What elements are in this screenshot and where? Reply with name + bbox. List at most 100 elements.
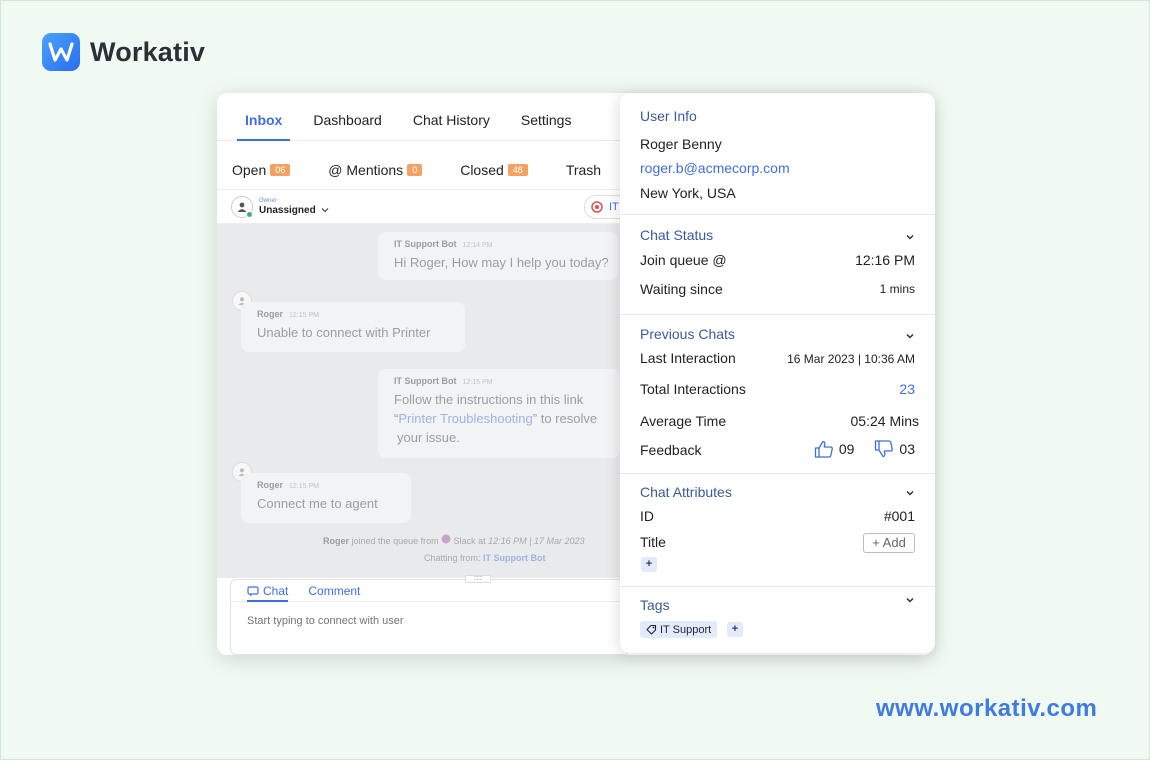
attribute-id-value: #001: [883, 508, 915, 524]
last-interaction-value: 16 Mar 2023 | 10:36 AM: [787, 352, 915, 366]
thumbs-up: 09: [814, 440, 855, 458]
thumbs-down-count: 03: [899, 441, 915, 457]
section-title: Chat Status: [640, 227, 714, 243]
workativ-logo-icon: [42, 33, 80, 71]
count-badge: 0: [407, 163, 423, 176]
user-location: New York, USA: [640, 185, 736, 201]
tab-settings[interactable]: Settings: [513, 112, 580, 140]
message-bubble: Roger 12:15 PM Unable to connect with Pri…: [241, 302, 465, 352]
tag-icon: [646, 624, 657, 635]
message-input[interactable]: [231, 602, 629, 627]
avatar: [231, 195, 253, 218]
system-user: Roger: [323, 536, 350, 546]
average-time-value: 05:24 Mins: [850, 413, 919, 429]
add-title-button[interactable]: + Add: [863, 533, 915, 553]
filter-label: Closed: [460, 161, 504, 178]
filter-open[interactable]: Open 06: [232, 161, 291, 178]
user-icon: [237, 202, 247, 212]
owner-label: Owner: [259, 197, 277, 204]
chatting-from-value[interactable]: IT Support Bot: [483, 553, 546, 563]
attribute-title-label: Title: [640, 534, 666, 550]
filter-label: Open: [232, 161, 267, 178]
tab-chat-history[interactable]: Chat History: [405, 112, 498, 140]
section-title: Chat Attributes: [640, 484, 732, 500]
attribute-id-label: ID: [640, 508, 654, 524]
total-interactions-value[interactable]: 23: [899, 381, 915, 397]
message-bubble: IT Support Bot 12:15 PM Follow the instru…: [378, 369, 620, 458]
section-title: Previous Chats: [640, 326, 735, 342]
total-interactions-label: Total Interactions: [640, 381, 746, 397]
queue-join-notice: Roger joined the queue from Slack at 12:…: [323, 534, 585, 546]
message-sender: IT Support Bot: [394, 239, 457, 249]
join-queue-label: Join queue @: [640, 252, 727, 268]
thumbs-down-icon: [875, 440, 894, 458]
tab-inbox[interactable]: Inbox: [237, 112, 291, 141]
chevron-down-icon[interactable]: [905, 232, 915, 242]
thumbs-up-count: 09: [838, 441, 855, 457]
message-time: 12:15 PM: [289, 312, 319, 319]
message-time: 12:15 PM: [289, 483, 319, 490]
message-text: Follow the instructions in this link: [394, 392, 584, 407]
chat-status-section: Chat Status Join queue @ 12:16 PM Waitin…: [620, 215, 935, 315]
user-info-panel: User Info Roger Benny roger.b@acmecorp.c…: [620, 93, 935, 653]
printer-troubleshooting-link[interactable]: Printer Troubleshooting: [398, 411, 532, 426]
section-title: Tags: [640, 597, 670, 613]
chat-attributes-section: Chat Attributes ID #001 Title + Add +: [620, 474, 935, 587]
slack-icon: [441, 534, 451, 544]
composer-tab-chat[interactable]: Chat: [247, 584, 289, 602]
filter-mentions[interactable]: @ Mentions 0: [328, 161, 423, 178]
count-badge: 48: [507, 163, 528, 176]
thumbs-up-icon: [814, 440, 833, 458]
join-queue-value: 12:16 PM: [855, 252, 915, 268]
count-badge: 06: [270, 163, 291, 176]
message-text-end: your issue.: [397, 430, 460, 445]
chevron-down-icon[interactable]: [905, 488, 915, 498]
composer-tabs: Chat Comment: [231, 580, 629, 602]
filter-closed[interactable]: Closed 48: [460, 162, 528, 178]
user-info-section: User Info Roger Benny roger.b@acmecorp.c…: [620, 93, 935, 215]
composer-tab-comment[interactable]: Comment: [308, 584, 360, 601]
owner-value: Unassigned: [259, 204, 316, 216]
tab-dashboard[interactable]: Dashboard: [305, 112, 390, 140]
filter-label: @ Mentions: [328, 161, 404, 178]
last-interaction-label: Last Interaction: [640, 350, 736, 366]
tag-chip[interactable]: IT Support: [640, 621, 718, 638]
chat-bubble-icon: [247, 585, 259, 596]
waiting-label: Waiting since: [640, 281, 723, 297]
chat-thread: IT Support Bot 12:14 PM Hi Roger, How may…: [217, 224, 620, 578]
chatting-from-label: Chatting from:: [424, 553, 481, 563]
chevron-down-icon[interactable]: [905, 331, 915, 341]
user-email[interactable]: roger.b@acmecorp.com: [640, 160, 790, 176]
previous-chats-section: Previous Chats Last Interaction 16 Mar 2…: [620, 315, 935, 474]
add-tag-button[interactable]: +: [727, 622, 743, 637]
message-text-cont: ” to resolve: [532, 411, 598, 426]
owner-selector[interactable]: Owner Unassigned: [259, 198, 329, 216]
message-text: Unable to connect with Printer: [257, 325, 431, 340]
feedback-label: Feedback: [640, 442, 702, 458]
message-sender: Roger: [257, 480, 284, 490]
brand: Workativ: [42, 33, 205, 71]
message-text: Connect me to agent: [257, 496, 378, 511]
user-name: Roger Benny: [640, 136, 722, 152]
message-time: 12:14 PM: [462, 242, 493, 249]
online-status-dot: [246, 210, 253, 218]
brand-name: Workativ: [90, 36, 206, 67]
message-text: Hi Roger, How may I help you today?: [394, 255, 609, 270]
waiting-value: 1 mins: [879, 282, 915, 296]
section-title: User Info: [640, 108, 697, 124]
composer-tab-label: Comment: [308, 584, 361, 598]
thumbs-down: 03: [874, 440, 915, 458]
website-url: www.workativ.com: [876, 695, 1098, 722]
tag-label: IT Support: [660, 623, 712, 636]
resize-handle[interactable]: ::::::: [465, 575, 491, 583]
chevron-down-icon[interactable]: [905, 595, 915, 605]
bot-icon: [591, 201, 603, 213]
system-joined-text: joined the queue from: [351, 536, 439, 546]
tags-section: Tags IT Support +: [620, 587, 935, 653]
filter-label: Trash: [565, 161, 602, 178]
system-timestamp: 12:16 PM | 17 Mar 2023: [488, 536, 585, 546]
message-sender: IT Support Bot: [394, 376, 457, 386]
message-time: 12:15 PM: [462, 379, 493, 386]
add-attribute-button[interactable]: +: [641, 557, 657, 572]
filter-trash[interactable]: Trash: [566, 162, 601, 178]
